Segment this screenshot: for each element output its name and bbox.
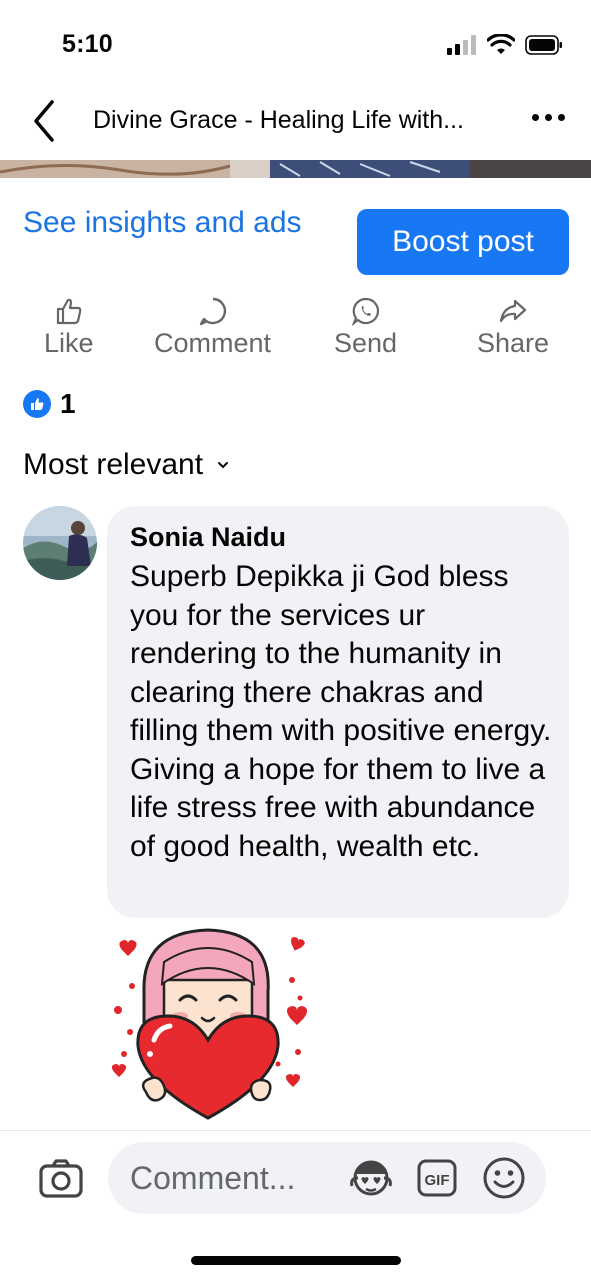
like-button[interactable]: Like xyxy=(44,296,94,359)
comment-author[interactable]: Sonia Naidu xyxy=(130,522,286,553)
battery-icon xyxy=(525,35,562,55)
comment-button[interactable]: Comment xyxy=(154,296,271,359)
status-time: 5:10 xyxy=(62,30,113,58)
avatar[interactable] xyxy=(23,506,97,580)
thumbs-up-icon xyxy=(56,298,82,325)
camera-icon[interactable] xyxy=(38,1158,84,1200)
share-button[interactable]: Share xyxy=(477,296,549,359)
avatar-sticker-icon[interactable] xyxy=(348,1158,394,1198)
comment-sort-dropdown[interactable]: Most relevant xyxy=(23,448,229,482)
comment-label: Comment xyxy=(154,328,272,358)
share-label: Share xyxy=(477,328,550,358)
gif-icon[interactable]: GIF xyxy=(417,1158,457,1198)
wifi-icon xyxy=(487,34,515,54)
thumbs-up-icon xyxy=(31,398,44,410)
sort-label: Most relevant xyxy=(23,448,204,481)
home-indicator[interactable] xyxy=(191,1256,401,1265)
reaction-count[interactable]: 1 xyxy=(60,388,76,420)
comment-text: Superb Depikka ji God bless you for the … xyxy=(130,560,552,863)
more-options-icon[interactable] xyxy=(532,114,565,121)
comment-bubble-icon xyxy=(199,297,226,326)
like-reaction-icon[interactable] xyxy=(23,390,51,418)
chevron-down-icon xyxy=(218,462,229,469)
see-insights-link[interactable]: See insights and ads xyxy=(23,200,323,246)
emoji-icon[interactable] xyxy=(482,1156,526,1200)
whatsapp-icon xyxy=(351,297,379,326)
send-button[interactable]: Send xyxy=(334,296,397,359)
back-arrow-icon[interactable] xyxy=(28,96,62,146)
boost-post-button[interactable]: Boost post xyxy=(357,209,569,275)
page-title: Divine Grace - Healing Life with... xyxy=(93,106,464,134)
like-label: Like xyxy=(44,328,94,358)
status-icons xyxy=(447,34,563,56)
share-arrow-icon xyxy=(499,299,527,323)
girl-hugging-heart-sticker[interactable] xyxy=(102,922,316,1128)
comment-input-placeholder[interactable]: Comment... xyxy=(130,1160,295,1197)
post-image-strip[interactable] xyxy=(0,160,591,178)
cellular-signal-icon xyxy=(447,35,476,55)
send-label: Send xyxy=(334,328,398,358)
svg-text:GIF: GIF xyxy=(425,1172,450,1189)
